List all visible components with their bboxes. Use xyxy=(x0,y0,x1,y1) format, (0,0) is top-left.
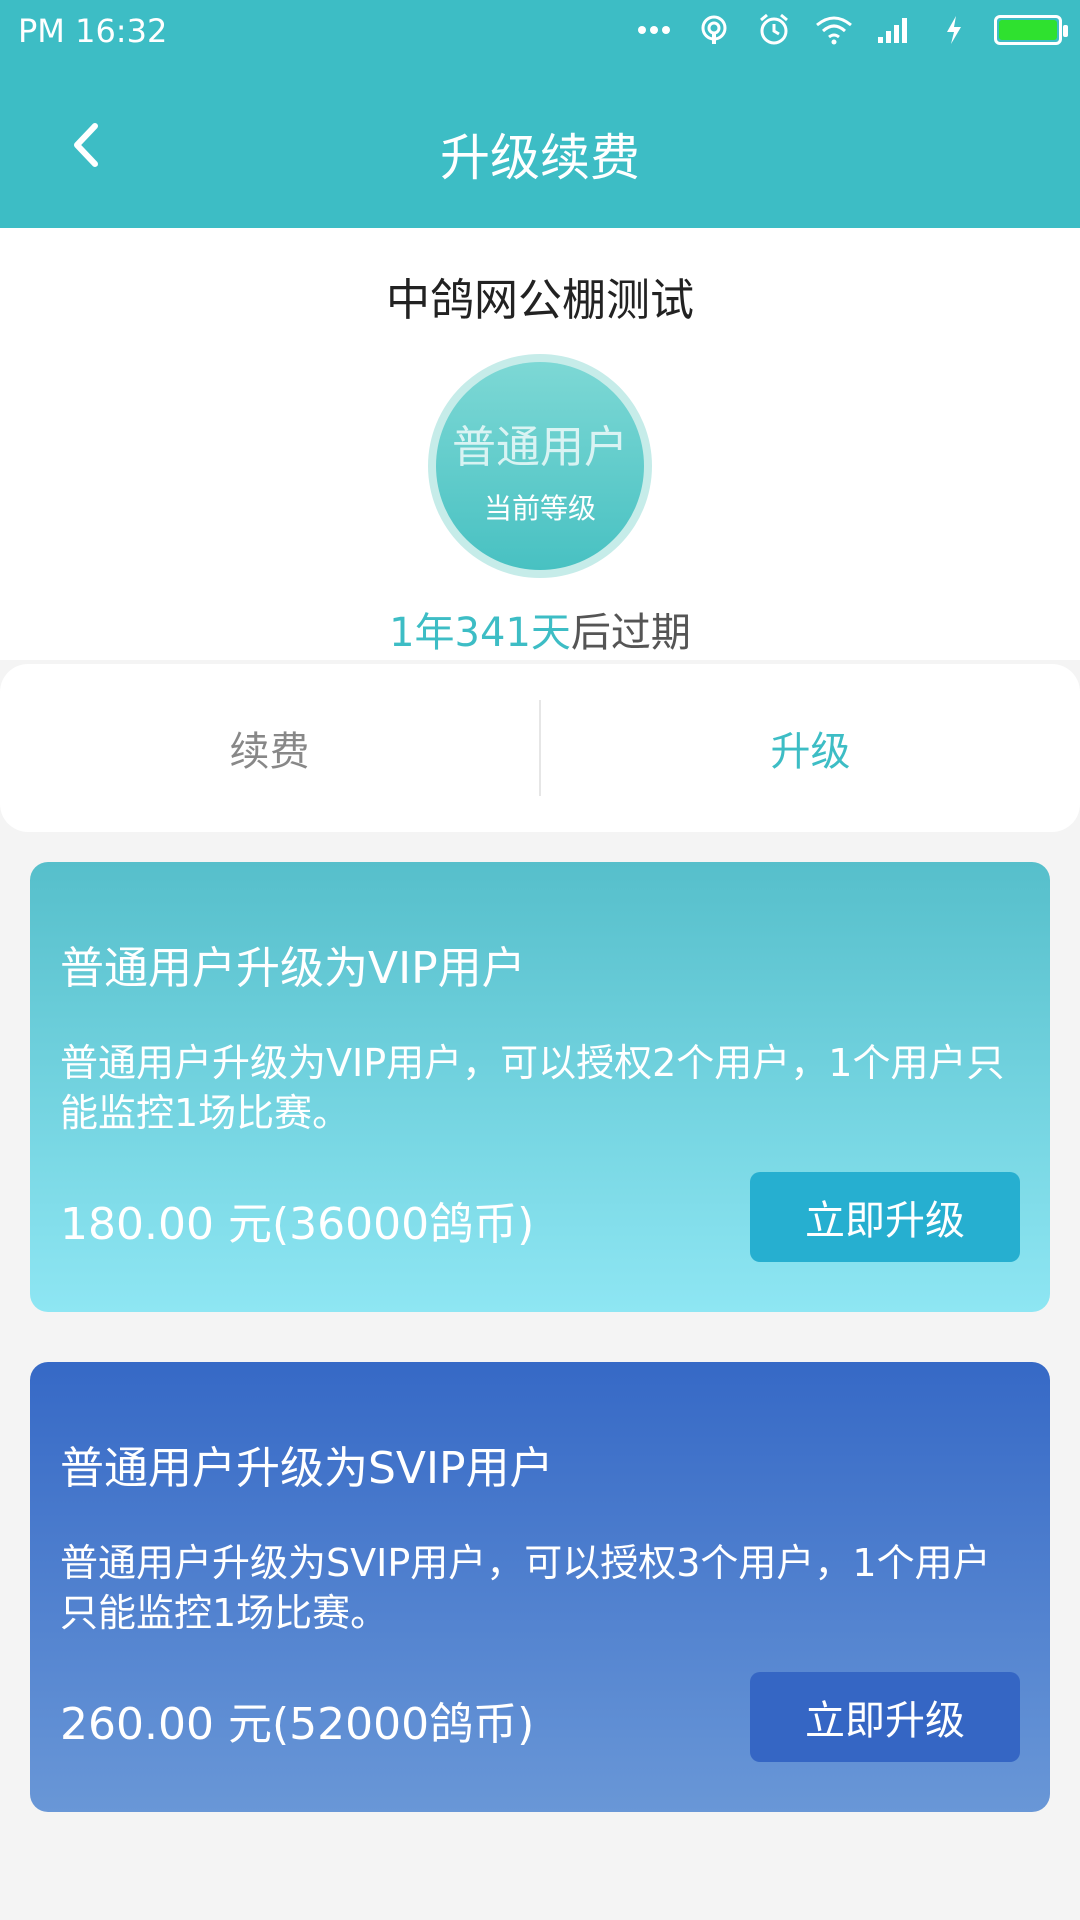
plan-price: 180.00 元(36000鸽币) xyxy=(60,1199,535,1250)
more-dots-icon xyxy=(634,10,674,50)
upgrade-svip-button[interactable]: 立即升级 xyxy=(750,1672,1020,1762)
status-bar: PM 16:32 xyxy=(0,0,1080,62)
level-circle: 普通用户 当前等级 xyxy=(436,362,644,570)
charging-icon xyxy=(934,10,974,50)
tab-renew[interactable]: 续费 xyxy=(0,719,539,777)
tab-bar: 续费 升级 xyxy=(0,664,1080,832)
expiry-duration: 1年341天 xyxy=(389,610,571,656)
account-name: 中鸽网公棚测试 xyxy=(386,275,694,326)
tab-upgrade[interactable]: 升级 xyxy=(541,719,1080,777)
wifi-icon xyxy=(814,10,854,50)
page-title: 升级续费 xyxy=(440,129,640,187)
app-header: PM 16:32 升级续费 xyxy=(0,0,1080,228)
level-caption: 当前等级 xyxy=(483,492,596,525)
hotspot-icon xyxy=(694,10,734,50)
plan-price: 260.00 元(52000鸽币) xyxy=(60,1699,535,1750)
expiry-suffix: 后过期 xyxy=(570,610,691,656)
plan-description: 普通用户升级为SVIP用户，可以授权3个用户，1个用户只能监控1场比赛。 xyxy=(60,1541,991,1635)
plan-title: 普通用户升级为VIP用户 xyxy=(60,943,526,994)
plan-description: 普通用户升级为VIP用户，可以授权2个用户，1个用户只能监控1场比赛。 xyxy=(60,1041,1005,1135)
status-time: PM 16:32 xyxy=(18,12,168,50)
plan-title: 普通用户升级为SVIP用户 xyxy=(60,1443,554,1494)
expiry-text: 1年341天后过期 xyxy=(0,600,1080,658)
nav-bar: 升级续费 xyxy=(0,62,1080,228)
battery-icon xyxy=(994,15,1068,45)
alarm-icon xyxy=(754,10,794,50)
level-badge: 普通用户 当前等级 xyxy=(428,354,652,578)
upgrade-vip-button[interactable]: 立即升级 xyxy=(750,1172,1020,1262)
status-icons xyxy=(634,10,1068,50)
level-name: 普通用户 xyxy=(452,422,628,473)
signal-icon xyxy=(874,10,914,50)
plan-card-svip: 普通用户升级为SVIP用户 普通用户升级为SVIP用户，可以授权3个用户，1个用… xyxy=(30,1362,1050,1812)
profile-section: 中鸽网公棚测试 普通用户 当前等级 1年341天后过期 xyxy=(0,228,1080,660)
plan-card-vip: 普通用户升级为VIP用户 普通用户升级为VIP用户，可以授权2个用户，1个用户只… xyxy=(30,862,1050,1312)
